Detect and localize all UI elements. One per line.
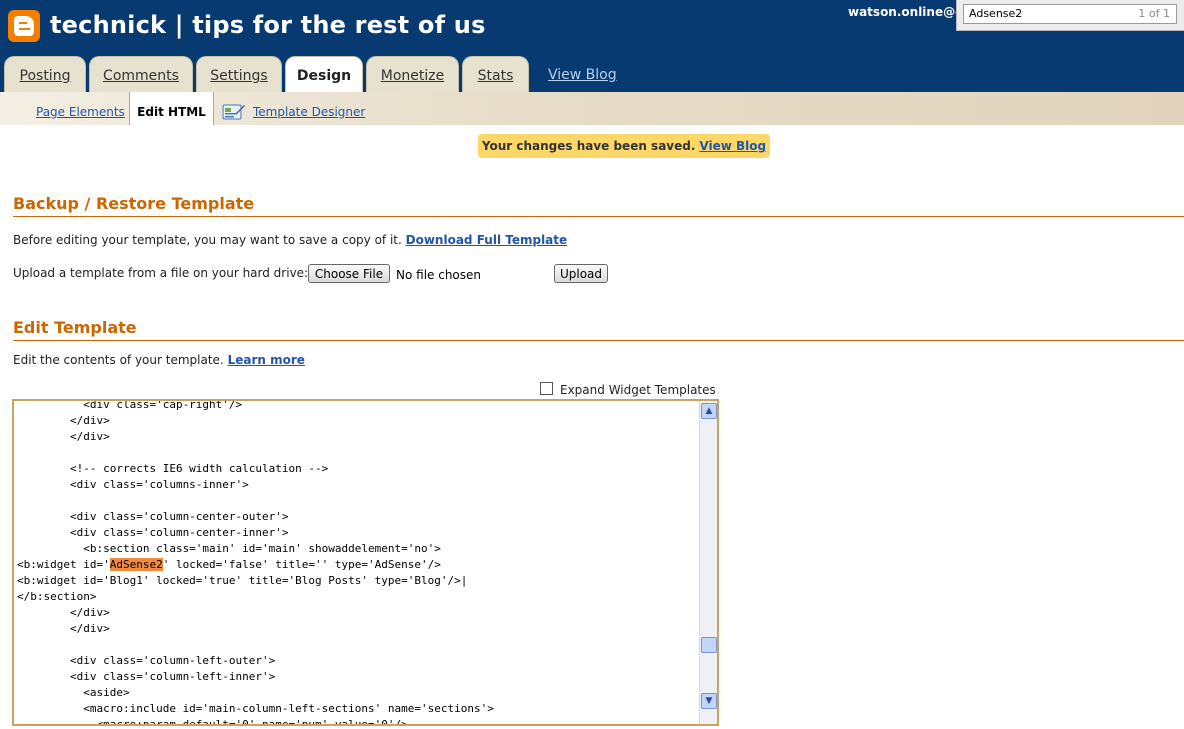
page-elements-link[interactable]: Page Elements — [36, 105, 125, 119]
backup-intro: Before editing your template, you may wa… — [13, 233, 567, 247]
find-query: Adsense2 — [969, 7, 1023, 20]
edit-intro: Edit the contents of your template. Lear… — [13, 353, 305, 367]
search-highlight: AdSense2 — [109, 558, 163, 571]
no-file-label: No file chosen — [396, 268, 482, 282]
tab-stats[interactable]: Stats — [462, 56, 529, 92]
view-blog-link[interactable]: View Blog — [548, 67, 617, 83]
tab-settings[interactable]: Settings — [196, 56, 282, 92]
download-template-link[interactable]: Download Full Template — [406, 233, 568, 247]
saved-message: Your changes have been saved. — [481, 139, 696, 153]
template-code-editor[interactable]: <div class='cap-right'/> </div> </div> <… — [12, 399, 719, 726]
code-before: <div class='cap-right'/> </div> </div> <… — [17, 399, 441, 571]
backup-section-title: Backup / Restore Template — [13, 194, 255, 213]
template-code[interactable]: <div class='cap-right'/> </div> </div> <… — [17, 399, 494, 726]
account-email[interactable]: watson.online@gn — [848, 5, 972, 19]
edit-html-tab[interactable]: Edit HTML — [129, 92, 214, 125]
tab-settings-label: Settings — [210, 68, 268, 84]
blog-title: technick | tips for the rest of us — [50, 11, 486, 39]
edit-section-title: Edit Template — [13, 318, 137, 337]
expand-widget-label: Expand Widget Templates — [560, 383, 716, 397]
choose-file-button[interactable]: Choose File — [308, 264, 390, 283]
tab-posting[interactable]: Posting — [4, 56, 86, 92]
find-match-count: 1 of 1 — [1138, 7, 1170, 20]
backup-intro-text: Before editing your template, you may wa… — [13, 233, 402, 247]
blogger-header: technick | tips for the rest of us watso… — [0, 0, 1184, 92]
find-input[interactable]: Adsense2 1 of 1 — [963, 4, 1177, 24]
backup-divider — [13, 216, 1184, 217]
tab-posting-label: Posting — [19, 68, 71, 84]
tab-monetize-label: Monetize — [380, 68, 445, 84]
blogger-logo-icon[interactable] — [8, 10, 40, 42]
scroll-down-icon[interactable]: ▼ — [701, 693, 717, 709]
edit-intro-text: Edit the contents of your template. — [13, 353, 224, 367]
upload-button[interactable]: Upload — [554, 264, 608, 283]
edit-html-label: Edit HTML — [137, 105, 206, 119]
code-after: ' locked='false' title='' type='AdSense'… — [17, 558, 494, 726]
upload-label: Upload a template from a file on your ha… — [13, 266, 309, 280]
saved-notice: Your changes have been saved. View Blog — [478, 134, 770, 158]
template-designer-link[interactable]: Template Designer — [253, 105, 365, 119]
tab-stats-label: Stats — [477, 68, 514, 84]
expand-widget-checkbox[interactable] — [540, 382, 553, 395]
edit-divider — [13, 340, 1184, 341]
find-bar: Adsense2 1 of 1 — [956, 0, 1184, 31]
design-subnav: Page Elements Edit HTML Template Designe… — [0, 92, 1184, 125]
notice-view-blog-link[interactable]: View Blog — [699, 139, 766, 153]
scroll-up-icon[interactable]: ▲ — [701, 403, 717, 419]
template-designer-icon[interactable] — [222, 103, 246, 121]
learn-more-link[interactable]: Learn more — [228, 353, 305, 367]
editor-scrollbar[interactable]: ▲ ▼ — [699, 401, 717, 724]
scroll-thumb[interactable] — [701, 637, 717, 653]
tab-design[interactable]: Design — [285, 56, 363, 92]
tab-monetize[interactable]: Monetize — [366, 56, 459, 92]
tab-comments[interactable]: Comments — [89, 56, 193, 92]
tab-design-label: Design — [296, 68, 352, 84]
tab-comments-label: Comments — [103, 68, 179, 84]
